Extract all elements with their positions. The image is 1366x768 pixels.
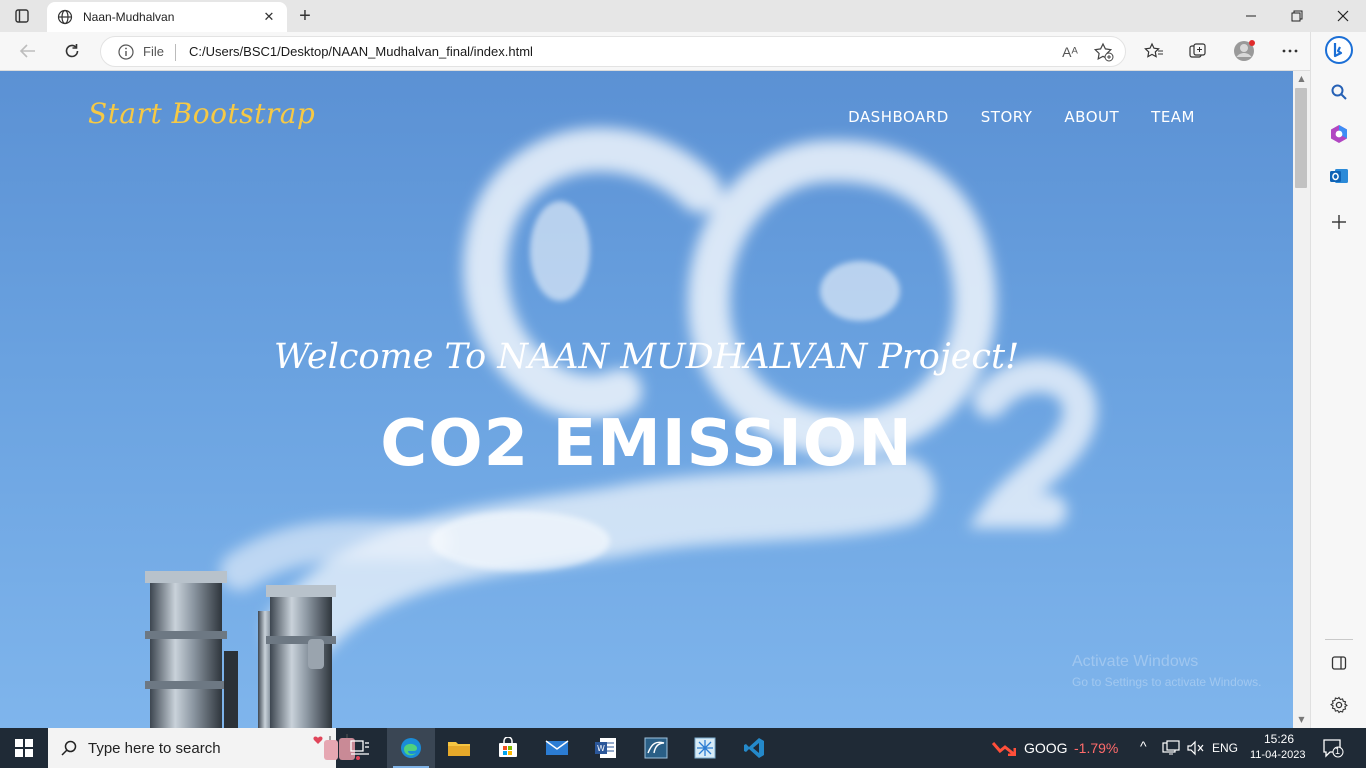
file-explorer-icon[interactable] — [435, 728, 483, 768]
co2-cloud-hero-image — [145, 127, 1098, 728]
volume-muted-icon[interactable] — [1186, 740, 1204, 756]
task-view-icon[interactable] — [336, 728, 384, 768]
clock-time[interactable]: 15:26 — [1264, 732, 1294, 746]
more-options-icon[interactable] — [1276, 38, 1304, 64]
browser-toolbar: File C:/Users/BSC1/Desktop/NAAN_Mudhalva… — [0, 32, 1310, 71]
windows-logo-icon — [15, 739, 33, 757]
tab-title: Naan-Mudhalvan — [83, 10, 175, 24]
add-favorite-icon[interactable] — [1093, 42, 1115, 62]
watermark-line-1: Activate Windows — [1072, 653, 1199, 670]
browser-tab-strip: Naan-Mudhalvan ✕ + — [0, 0, 1366, 32]
info-icon[interactable] — [117, 43, 135, 61]
profile-avatar[interactable] — [1230, 38, 1258, 64]
nav-team[interactable]: TEAM — [1151, 108, 1195, 126]
scroll-thumb[interactable] — [1295, 88, 1307, 188]
clock-date[interactable]: 11-04-2023 — [1250, 749, 1305, 761]
main-nav: DASHBOARD STORY ABOUT TEAM — [848, 108, 1195, 126]
nav-dashboard[interactable]: DASHBOARD — [848, 108, 949, 126]
page-viewport: Start Bootstrap DASHBOARD STORY ABOUT TE… — [0, 71, 1293, 728]
taskbar-search-box[interactable]: Type here to search — [48, 728, 360, 768]
refresh-icon[interactable] — [58, 38, 86, 64]
input-language[interactable]: ENG — [1212, 741, 1238, 755]
windows-taskbar: Type here to search W GOOG -1.79% ^ ENG … — [0, 728, 1366, 768]
back-icon[interactable] — [14, 38, 42, 64]
scroll-down-icon[interactable]: ▼ — [1297, 715, 1306, 724]
notifications-icon[interactable]: 1 — [1322, 738, 1344, 758]
microsoft-store-icon[interactable] — [484, 728, 532, 768]
close-window-button[interactable] — [1320, 0, 1366, 32]
new-tab-button[interactable]: + — [293, 5, 317, 27]
svg-text:W: W — [597, 744, 605, 753]
mysql-workbench-icon[interactable] — [632, 728, 680, 768]
add-sidebar-app-icon[interactable] — [1325, 208, 1353, 236]
nav-story[interactable]: STORY — [981, 108, 1033, 126]
hero-title: CO2 EMISSION — [380, 407, 913, 481]
show-hidden-icons-icon[interactable]: ^ — [1140, 738, 1147, 754]
minimize-button[interactable] — [1228, 0, 1274, 32]
url-text[interactable]: C:/Users/BSC1/Desktop/NAAN_Mudhalvan_fin… — [189, 44, 533, 59]
smokestacks-image — [145, 571, 336, 728]
start-button[interactable] — [0, 728, 48, 768]
globe-icon — [57, 9, 73, 25]
collections-icon[interactable] — [1184, 38, 1212, 64]
outlook-icon[interactable] — [1325, 162, 1353, 190]
brand-logo[interactable]: Start Bootstrap — [88, 97, 315, 130]
vscode-icon[interactable] — [730, 728, 778, 768]
hero-subtitle: Welcome To NAAN MUDHALVAN Project! — [273, 337, 1020, 377]
stock-change[interactable]: -1.79% — [1074, 740, 1118, 756]
mail-icon[interactable] — [533, 728, 581, 768]
sidebar-settings-icon[interactable] — [1325, 691, 1353, 719]
sidebar-divider — [1325, 639, 1353, 640]
network-icon[interactable] — [1162, 740, 1180, 756]
bing-chat-icon[interactable] — [1325, 36, 1353, 64]
search-placeholder: Type here to search — [88, 739, 221, 757]
page-scrollbar[interactable]: ▲ ▼ — [1293, 71, 1310, 728]
word-icon[interactable]: W — [582, 728, 630, 768]
restore-button[interactable] — [1274, 0, 1320, 32]
tab-actions-icon[interactable] — [10, 6, 34, 26]
scroll-up-icon[interactable]: ▲ — [1297, 74, 1306, 83]
scheme-label: File — [143, 44, 164, 59]
edge-taskbar-icon[interactable] — [387, 728, 435, 768]
office-icon[interactable] — [1325, 120, 1353, 148]
search-icon[interactable] — [1325, 78, 1353, 106]
notification-count: 1 — [1335, 746, 1341, 756]
browser-tab[interactable]: Naan-Mudhalvan ✕ — [47, 2, 287, 32]
address-bar[interactable]: File C:/Users/BSC1/Desktop/NAAN_Mudhalva… — [100, 36, 1126, 67]
edge-sidebar — [1310, 32, 1366, 728]
activate-windows-watermark: Activate Windows Go to Settings to activ… — [1072, 653, 1261, 689]
watermark-line-2: Go to Settings to activate Windows. — [1072, 675, 1262, 689]
stock-symbol[interactable]: GOOG — [1024, 740, 1068, 756]
stock-down-icon — [992, 742, 1016, 756]
search-icon — [61, 740, 77, 756]
omnibox-divider — [175, 44, 176, 61]
favorites-icon[interactable] — [1140, 38, 1168, 64]
nav-about[interactable]: ABOUT — [1064, 108, 1119, 126]
close-tab-icon[interactable]: ✕ — [257, 5, 281, 29]
snipping-tool-icon[interactable] — [681, 728, 729, 768]
read-aloud-icon[interactable]: Aᴬ — [1059, 42, 1081, 62]
hide-sidebar-icon[interactable] — [1325, 649, 1353, 677]
